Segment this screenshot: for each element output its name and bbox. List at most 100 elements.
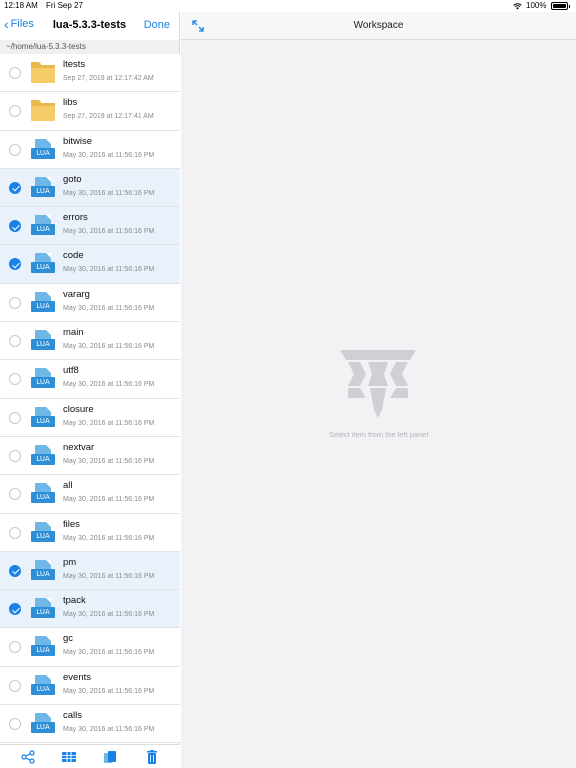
- file-row[interactable]: LUA utf8 May 30, 2016 at 11:56:16 PM: [0, 360, 180, 399]
- unchecked-circle-icon[interactable]: [9, 488, 21, 501]
- lua-file-icon: LUA: [31, 636, 55, 658]
- lua-file-icon-label: LUA: [31, 722, 55, 734]
- file-date: May 30, 2016 at 11:56:16 PM: [63, 381, 155, 389]
- lua-file-icon-label: LUA: [31, 453, 55, 465]
- file-date: May 30, 2016 at 11:56:16 PM: [63, 534, 155, 542]
- done-button[interactable]: Done: [144, 19, 170, 31]
- unchecked-circle-icon[interactable]: [9, 373, 21, 386]
- file-date: May 30, 2016 at 11:56:16 PM: [63, 419, 155, 427]
- unchecked-circle-icon[interactable]: [9, 718, 21, 731]
- file-date: May 30, 2016 at 11:56:16 PM: [63, 343, 155, 351]
- checked-circle-icon[interactable]: [9, 564, 21, 577]
- folder-icon: [31, 100, 55, 122]
- file-row[interactable]: LUA closure May 30, 2016 at 11:56:16 PM: [0, 398, 180, 437]
- copy-icon[interactable]: [102, 750, 118, 764]
- unchecked-circle-icon[interactable]: [9, 641, 21, 654]
- lua-file-icon: LUA: [31, 674, 55, 697]
- file-name: libs: [63, 97, 78, 109]
- trash-icon[interactable]: [144, 750, 160, 764]
- file-row[interactable]: LUA events May 30, 2016 at 11:56:16 PM: [0, 666, 180, 706]
- file-row[interactable]: LUA files May 30, 2016 at 11:56:16 PM: [0, 513, 180, 552]
- file-name: ltests: [63, 59, 86, 70]
- lua-file-icon-label: LUA: [31, 300, 55, 312]
- file-browser-panel: ‹ Files lua-5.3.3-tests Done ~/home/lua-…: [0, 12, 180, 768]
- file-name: events: [63, 671, 91, 683]
- unchecked-circle-icon[interactable]: [9, 296, 21, 309]
- file-date: Sep 27, 2019 at 12:17:41 AM: [63, 113, 154, 121]
- file-row[interactable]: LUA bitwise May 30, 2016 at 11:56:16 PM: [0, 130, 180, 169]
- file-date: May 30, 2016 at 11:56:16 PM: [63, 687, 155, 695]
- file-row[interactable]: LUA gc May 30, 2016 at 11:56:16 PM: [0, 628, 180, 667]
- file-row[interactable]: LUA pm May 30, 2016 at 11:56:16 PM: [0, 551, 180, 591]
- workspace-title: Workspace: [353, 20, 404, 31]
- path-breadcrumb: ~/home/lua-5.3.3-tests: [0, 40, 179, 54]
- battery-icon: [550, 2, 568, 10]
- unchecked-circle-icon[interactable]: [9, 679, 21, 692]
- lua-file-icon-label: LUA: [31, 683, 55, 695]
- unchecked-circle-icon[interactable]: [9, 449, 21, 462]
- lua-file-icon-label: LUA: [31, 415, 55, 427]
- lua-file-icon: LUA: [31, 521, 55, 544]
- lua-file-icon: LUA: [31, 176, 55, 199]
- file-date: May 30, 2016 at 11:56:16 PM: [63, 726, 155, 734]
- file-row[interactable]: LUA tpack May 30, 2016 at 11:56:16 PM: [0, 590, 180, 629]
- workspace-navbar: Workspace: [181, 12, 576, 40]
- lua-file-icon: LUA: [31, 138, 55, 161]
- file-name: gc: [63, 633, 74, 645]
- app-logo-icon: [340, 350, 416, 418]
- unchecked-circle-icon[interactable]: [9, 411, 21, 424]
- file-name: all: [63, 480, 73, 492]
- file-row[interactable]: ltests Sep 27, 2019 at 12:17:42 AM: [0, 54, 180, 93]
- file-row[interactable]: LUA code May 30, 2016 at 11:56:16 PM: [0, 245, 180, 284]
- file-row[interactable]: libs Sep 27, 2019 at 12:17:41 AM: [0, 92, 180, 131]
- lua-file-icon-label: LUA: [31, 339, 55, 351]
- file-date: May 30, 2016 at 11:56:16 PM: [63, 151, 155, 159]
- file-name: main: [63, 327, 84, 339]
- file-row[interactable]: LUA calls May 30, 2016 at 11:56:16 PM: [0, 705, 180, 744]
- columns-icon[interactable]: [61, 750, 77, 764]
- lua-file-icon: LUA: [31, 330, 55, 352]
- file-row[interactable]: LUA goto May 30, 2016 at 11:56:16 PM: [0, 168, 180, 208]
- file-row[interactable]: LUA nextvar May 30, 2016 at 11:56:16 PM: [0, 436, 180, 476]
- file-name: files: [63, 518, 80, 530]
- status-right: 100%: [513, 0, 570, 12]
- folder-icon: [31, 62, 55, 84]
- lua-file-icon: LUA: [31, 215, 55, 237]
- lua-file-icon-label: LUA: [31, 147, 55, 159]
- file-name: closure: [63, 403, 94, 415]
- file-name: bitwise: [63, 135, 93, 147]
- unchecked-circle-icon[interactable]: [9, 105, 21, 118]
- file-name: pm: [63, 556, 77, 568]
- checked-circle-icon[interactable]: [9, 220, 21, 233]
- unchecked-circle-icon[interactable]: [9, 335, 21, 348]
- lua-file-icon-label: LUA: [31, 262, 55, 274]
- lua-file-icon-label: LUA: [31, 185, 55, 197]
- lua-file-icon: LUA: [31, 559, 55, 582]
- bottom-toolbar: [0, 744, 180, 768]
- battery-tip: [568, 4, 570, 8]
- file-date: May 30, 2016 at 11:56:16 PM: [63, 649, 155, 657]
- file-row[interactable]: LUA errors May 30, 2016 at 11:56:16 PM: [0, 207, 180, 246]
- lua-file-icon-label: LUA: [31, 568, 55, 580]
- lua-file-icon-label: LUA: [31, 492, 55, 504]
- file-date: May 30, 2016 at 11:56:16 PM: [63, 189, 155, 197]
- checked-circle-icon[interactable]: [9, 258, 21, 271]
- file-row[interactable]: LUA main May 30, 2016 at 11:56:16 PM: [0, 322, 180, 361]
- lua-file-icon-label: LUA: [31, 224, 55, 236]
- file-browser-navbar: ‹ Files lua-5.3.3-tests Done: [0, 12, 179, 40]
- checked-circle-icon[interactable]: [9, 181, 21, 194]
- file-date: May 30, 2016 at 11:56:16 PM: [63, 572, 155, 580]
- file-date: May 30, 2016 at 11:56:16 PM: [63, 611, 155, 619]
- file-name: calls: [63, 710, 83, 722]
- back-button[interactable]: ‹ Files: [4, 17, 34, 31]
- unchecked-circle-icon[interactable]: [9, 526, 21, 539]
- unchecked-circle-icon[interactable]: [9, 143, 21, 156]
- checked-circle-icon[interactable]: [9, 603, 21, 616]
- file-name: nextvar: [63, 441, 95, 453]
- file-date: Sep 27, 2019 at 12:17:42 AM: [63, 75, 154, 82]
- unchecked-circle-icon[interactable]: [9, 67, 21, 79]
- lua-file-icon: LUA: [31, 598, 55, 620]
- file-row[interactable]: LUA vararg May 30, 2016 at 11:56:16 PM: [0, 283, 180, 323]
- share-icon[interactable]: [20, 750, 36, 764]
- file-row[interactable]: LUA all May 30, 2016 at 11:56:16 PM: [0, 475, 180, 514]
